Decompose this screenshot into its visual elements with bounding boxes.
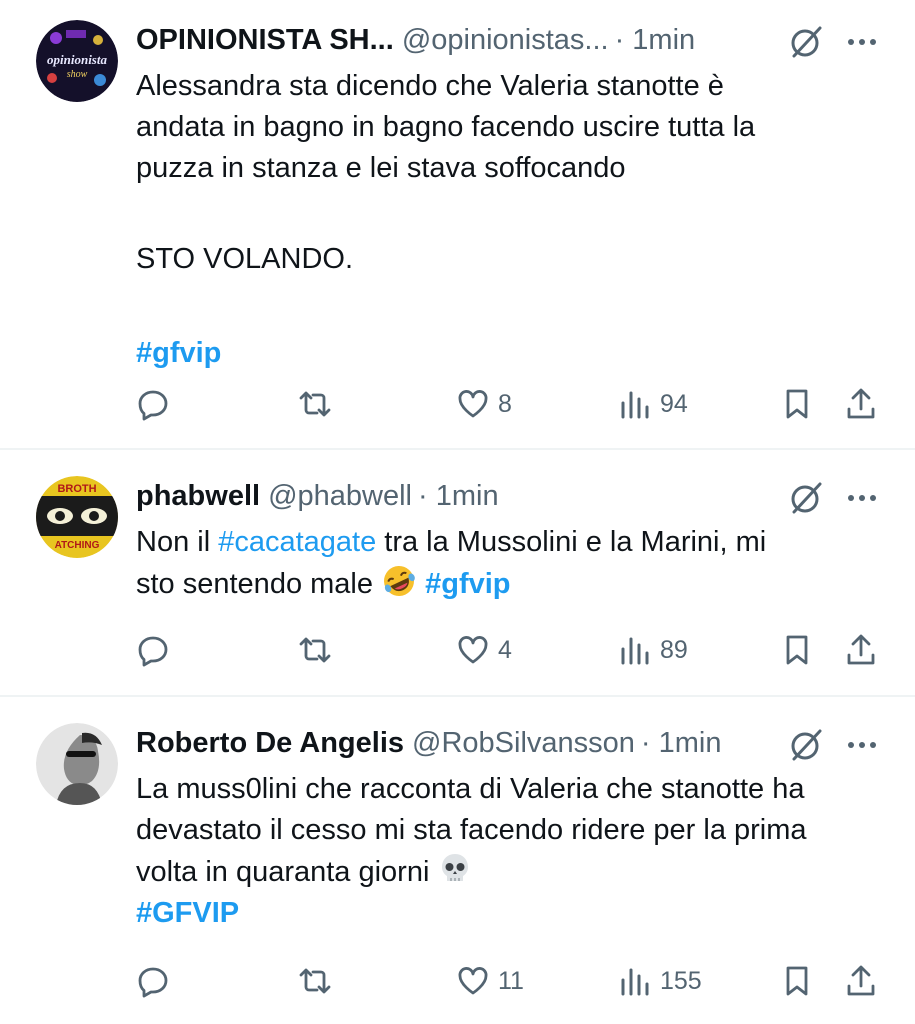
tweet-2[interactable]: BROTH ATCHING phabwell @phabwell · 1min No… — [0, 450, 915, 696]
retweet-button[interactable] — [298, 630, 332, 670]
tweet-line: devastato il cesso mi sta facendo ridere… — [136, 814, 807, 846]
view-count: 94 — [660, 389, 688, 418]
svg-text:show: show — [67, 69, 88, 80]
more-icon[interactable] — [844, 480, 880, 516]
tweet-line: Non il #cacatagate tra la Mussolini e la… — [136, 522, 876, 563]
tweet-text: La muss0lini che racconta di Valeria che… — [136, 769, 876, 934]
tweet-text: Alessandra sta dicendo che Valeria stano… — [136, 66, 876, 374]
bookmark-button[interactable] — [780, 630, 814, 670]
grok-icon[interactable] — [788, 24, 824, 60]
tweet-line: puzza in stanza e lei stava soffocando — [136, 152, 626, 184]
tweet-line: volta in quaranta giorni — [136, 851, 876, 893]
avatar-roberto[interactable] — [36, 723, 118, 805]
bookmark-icon — [786, 966, 808, 996]
like-button[interactable]: 8 — [456, 384, 512, 424]
tweet-line: andata in bagno in bagno facendo uscire … — [136, 111, 756, 143]
hashtag-gfvip[interactable]: #gfvip — [136, 333, 876, 374]
reply-button[interactable] — [136, 961, 170, 1001]
hashtag-gfvip[interactable]: #gfvip — [425, 568, 510, 600]
avatar-text-bottom: ATCHING — [55, 540, 100, 551]
display-name[interactable]: OPINIONISTA SH... — [136, 24, 394, 56]
retweet-button[interactable] — [298, 961, 332, 1001]
user-handle[interactable]: @opinionistas... — [402, 24, 609, 56]
retweet-icon — [299, 391, 331, 417]
retweet-icon — [299, 968, 331, 994]
avatar-text-top: BROTH — [57, 483, 96, 495]
view-count: 89 — [660, 635, 688, 664]
tweet-line: La muss0lini che racconta di Valeria che… — [136, 773, 805, 805]
grok-icon[interactable] — [788, 727, 824, 763]
more-icon[interactable] — [844, 727, 880, 763]
tweet-1[interactable]: opinionista show OPINIONISTA SH... @opini… — [0, 0, 915, 450]
timestamp[interactable]: · 1min — [615, 24, 696, 56]
heart-icon — [458, 967, 488, 995]
share-button[interactable] — [844, 384, 878, 424]
retweet-button[interactable] — [298, 384, 332, 424]
display-name[interactable]: phabwell — [136, 480, 260, 512]
text-segment: Non il — [136, 526, 219, 558]
tweet-header: Roberto De Angelis @RobSilvansson · 1min — [136, 723, 875, 763]
heart-icon — [458, 636, 488, 664]
avatar-opinionista[interactable]: opinionista show — [36, 20, 118, 102]
share-icon — [847, 965, 875, 996]
tweet-header: OPINIONISTA SH... @opinionistas... · 1min — [136, 20, 875, 60]
tweet-line: sto sentendo male #gfvip — [136, 563, 876, 605]
reply-icon — [138, 967, 168, 998]
grok-icon[interactable] — [788, 480, 824, 516]
views-button[interactable]: 155 — [618, 961, 702, 1001]
tweet-text: Non il #cacatagate tra la Mussolini e la… — [136, 522, 876, 605]
rofl-emoji-icon — [384, 566, 415, 596]
display-name[interactable]: Roberto De Angelis — [136, 727, 404, 759]
bookmark-icon — [786, 635, 808, 665]
bookmark-icon — [786, 389, 808, 419]
reply-button[interactable] — [136, 384, 170, 424]
text-segment: sto sentendo male — [136, 568, 382, 600]
svg-text:opinionista: opinionista — [47, 52, 107, 67]
views-icon — [621, 391, 649, 419]
bookmark-button[interactable] — [780, 961, 814, 1001]
tweet-header: phabwell @phabwell · 1min — [136, 476, 875, 516]
hashtag-cacatagate[interactable]: #cacatagate — [218, 526, 376, 558]
reply-icon — [138, 636, 168, 667]
text-segment: volta in quaranta giorni — [136, 856, 438, 888]
timestamp[interactable]: · 1min — [641, 727, 722, 759]
user-handle[interactable]: @phabwell — [268, 480, 412, 512]
tweet-3[interactable]: Roberto De Angelis @RobSilvansson · 1min L… — [0, 697, 915, 1024]
like-button[interactable]: 11 — [456, 961, 524, 1001]
heart-icon — [458, 390, 488, 418]
more-icon[interactable] — [844, 24, 880, 60]
views-icon — [621, 968, 649, 996]
share-icon — [847, 634, 875, 665]
bookmark-button[interactable] — [780, 384, 814, 424]
views-button[interactable]: 94 — [618, 384, 688, 424]
user-handle[interactable]: @RobSilvansson — [412, 727, 635, 759]
view-count: 155 — [660, 966, 702, 995]
like-button[interactable]: 4 — [456, 630, 512, 670]
timestamp[interactable]: · 1min — [418, 480, 499, 512]
views-icon — [621, 637, 649, 665]
views-button[interactable]: 89 — [618, 630, 688, 670]
like-count: 11 — [498, 966, 524, 995]
text-segment: tra la Mussolini e la Marini, mi — [376, 526, 767, 558]
retweet-icon — [299, 637, 331, 663]
like-count: 8 — [498, 389, 512, 418]
avatar-phabwell[interactable]: BROTH ATCHING — [36, 476, 118, 558]
like-count: 4 — [498, 635, 512, 664]
hashtag-GFVIP[interactable]: #GFVIP — [136, 893, 876, 934]
reply-button[interactable] — [136, 630, 170, 670]
share-button[interactable] — [844, 630, 878, 670]
skull-emoji-icon — [442, 854, 469, 881]
tweet-line: STO VOLANDO. — [136, 243, 354, 275]
share-button[interactable] — [844, 961, 878, 1001]
tweet-line: Alessandra sta dicendo che Valeria stano… — [136, 70, 724, 102]
share-icon — [847, 388, 875, 419]
reply-icon — [138, 390, 168, 421]
